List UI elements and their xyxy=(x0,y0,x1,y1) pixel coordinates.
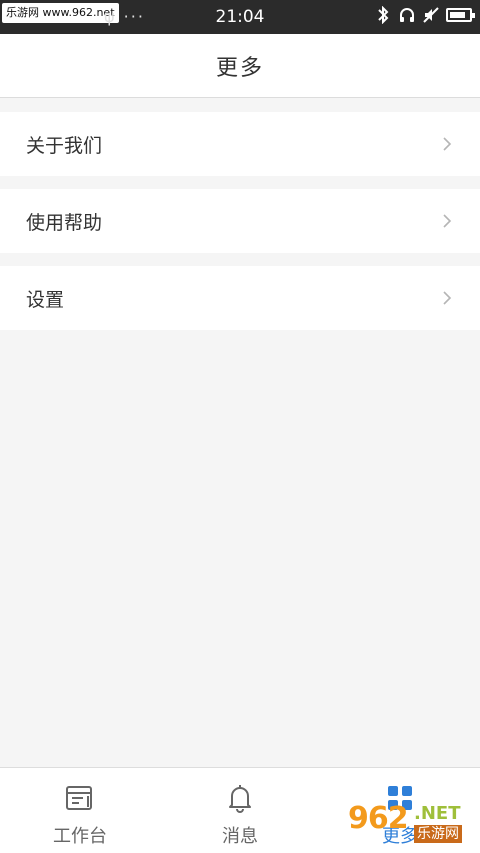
battery-icon xyxy=(446,8,475,22)
chevron-right-icon xyxy=(440,289,454,307)
tab-label: 消息 xyxy=(222,826,258,847)
page-title: 更多 xyxy=(215,55,264,81)
chevron-right-icon xyxy=(440,135,454,153)
tab-workbench[interactable]: 工作台 xyxy=(0,768,160,853)
mute-icon xyxy=(422,6,440,24)
bluetooth-icon xyxy=(374,6,392,24)
header: 更多 xyxy=(0,34,480,98)
chevron-right-icon xyxy=(440,212,454,230)
battery-level xyxy=(450,12,466,18)
watermark-sub: 乐游网 xyxy=(414,825,462,843)
watermark-logo: 962 .NET 乐游网 xyxy=(348,799,476,847)
menu-item-help[interactable]: 使用帮助 xyxy=(0,189,480,253)
tab-messages[interactable]: 消息 xyxy=(160,768,320,853)
bell-icon xyxy=(224,782,256,814)
status-icons-right xyxy=(374,6,475,24)
menu-item-label: 使用帮助 xyxy=(26,211,103,234)
menu-item-label: 设置 xyxy=(26,288,65,311)
watermark-net: .NET xyxy=(414,803,461,824)
menu-item-label: 关于我们 xyxy=(26,134,103,157)
watermark-number: 962 xyxy=(348,801,409,836)
menu-item-settings[interactable]: 设置 xyxy=(0,266,480,330)
tab-label: 工作台 xyxy=(53,826,107,847)
status-bar: 乐游网 www.962.net ψ ··· 21:04 xyxy=(0,0,480,34)
menu-item-about[interactable]: 关于我们 xyxy=(0,112,480,176)
headphones-icon xyxy=(398,6,416,24)
workbench-icon xyxy=(64,782,96,814)
